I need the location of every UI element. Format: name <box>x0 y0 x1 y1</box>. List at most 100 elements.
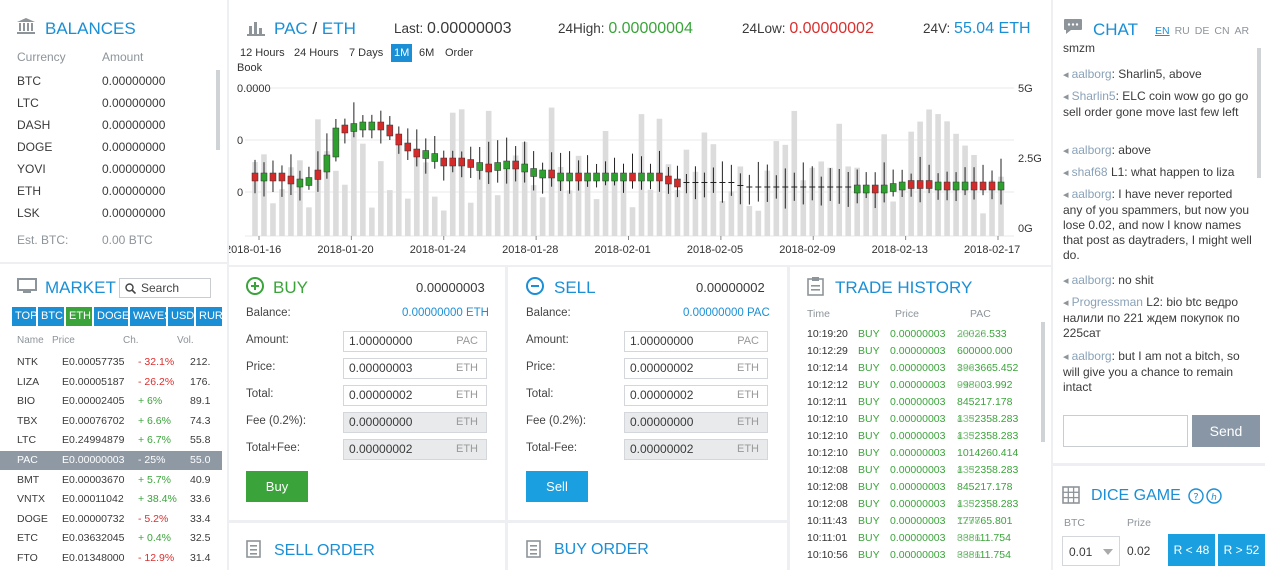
chat-lang-cn[interactable]: CN <box>1214 25 1229 37</box>
chat-username[interactable]: Sharlin5 <box>1072 89 1116 103</box>
market-vol: 32.5 <box>190 532 211 545</box>
market-tab-btc[interactable]: BTC <box>38 307 65 326</box>
col-currency: Currency <box>17 50 66 64</box>
trade-price: 0.00000003 <box>890 464 946 476</box>
candle-up <box>332 127 340 158</box>
chat-username[interactable]: aalborg <box>1072 67 1112 81</box>
sell-price-input[interactable]: 0.00000002 ETH <box>624 358 768 379</box>
dice-btc-select[interactable]: 0.01 <box>1062 536 1120 566</box>
col-price[interactable]: Price <box>52 335 75 346</box>
market-tab-eth[interactable]: ETH <box>66 307 93 326</box>
balance-currency[interactable]: DOGE <box>17 136 52 158</box>
market-tab-rur[interactable]: RUR <box>196 307 223 326</box>
market-tab-top[interactable]: TOP <box>12 307 37 326</box>
y-right-tick: 2.5G <box>1018 153 1042 165</box>
sell-amount-input[interactable]: 1.00000000 PAC <box>624 331 768 352</box>
buy-amount-input[interactable]: 1.00000000 PAC <box>343 331 487 352</box>
chat-username[interactable]: aalborg <box>1072 349 1112 363</box>
trade-time: 10:10:56 <box>807 549 848 561</box>
market-row[interactable]: BIO E0.00002405 + 6% 89.1 <box>0 392 222 411</box>
chat-input[interactable] <box>1063 415 1188 447</box>
col-change[interactable]: Ch. <box>123 335 139 346</box>
chat-scrollbar[interactable] <box>1257 48 1261 178</box>
market-tab-usd[interactable]: USD <box>168 307 195 326</box>
price-chart[interactable]: 0.0000 0 0 5G 2.5G 0G 2018-01-16 2018-01-20 2018… <box>229 74 1051 264</box>
balance-currency[interactable]: LTC <box>17 92 39 114</box>
chat-username[interactable]: aalborg <box>1072 273 1112 287</box>
pair-base[interactable]: PAC <box>274 19 308 38</box>
volume-bar <box>413 154 420 236</box>
trade-type: BUY <box>858 430 880 442</box>
timeframe-order[interactable]: Order <box>442 44 476 62</box>
balance-currency[interactable]: BTC <box>17 70 41 92</box>
trade-type: BUY <box>858 515 880 527</box>
market-row[interactable]: BMT E0.00003670 + 5.7% 40.9 <box>0 471 222 490</box>
balance-currency[interactable]: DASH <box>17 114 50 136</box>
buy-balance-value[interactable]: 0.00000000 ETH <box>402 307 489 319</box>
market-tab-doge[interactable]: DOGE <box>94 307 129 326</box>
market-row[interactable]: VNTX E0.00011042 + 38.4% 33.6 <box>0 490 222 509</box>
market-search[interactable]: Search <box>119 278 211 298</box>
buy-total-label: Total: <box>246 388 274 400</box>
trade-price: 0.00000003 <box>890 447 946 459</box>
timeframe-1m[interactable]: 1M <box>391 44 413 62</box>
market-row[interactable]: DOGE E0.00000732 - 5.2% 33.4 <box>0 510 222 529</box>
balance-currency[interactable]: LSK <box>17 202 40 224</box>
balance-currency[interactable]: ETH <box>17 180 41 202</box>
trade-time: 10:11:43 <box>807 515 848 527</box>
timeframe-12-hours[interactable]: 12 Hours <box>237 44 288 62</box>
market-change: + 6.6% <box>138 414 171 427</box>
send-button[interactable]: Send <box>1192 415 1260 447</box>
candle-down <box>656 172 663 182</box>
chat-username[interactable]: shaf68 <box>1072 165 1108 179</box>
market-name: FTO <box>17 552 38 564</box>
buy-total-input[interactable]: 0.00000002 ETH <box>343 385 487 406</box>
buy-button[interactable]: Buy <box>246 471 308 502</box>
market-row[interactable]: ETC E0.03632045 + 0.4% 32.5 <box>0 529 222 548</box>
sell-balance-value[interactable]: 0.00000000 PAC <box>683 307 770 319</box>
trade-amount-main: 845217.178 <box>957 481 1013 493</box>
chat-lang-ar[interactable]: AR <box>1235 25 1250 37</box>
chat-lang-en[interactable]: EN <box>1155 25 1170 37</box>
col-name[interactable]: Name <box>17 335 44 346</box>
chat-username[interactable]: Progressman <box>1072 295 1143 309</box>
chat-username[interactable]: aalborg <box>1072 187 1112 201</box>
market-row[interactable]: LTC E0.24994879 + 6.7% 55.8 <box>0 431 222 450</box>
chevron-down-icon <box>1103 549 1113 555</box>
timeframe-book[interactable]: Book <box>237 62 262 74</box>
chat-message: ◂ aalborg: Sharlin5, above <box>1063 67 1253 83</box>
balance-row: LSK 0.00000000 <box>17 202 217 224</box>
sell-total-input[interactable]: 0.00000002 ETH <box>624 385 768 406</box>
chat-lang-de[interactable]: DE <box>1195 25 1210 37</box>
market-price: E0.00003670 <box>62 473 125 486</box>
chat-username[interactable]: aalborg <box>1072 143 1112 157</box>
market-row[interactable]: LIZA E0.00005187 - 26.2% 176. <box>0 373 222 392</box>
history-icon[interactable]: h <box>1206 488 1222 504</box>
market-change: - 25% <box>138 454 166 466</box>
low-price: 24Low: 0.00000002 <box>742 20 874 37</box>
timeframe-7-days[interactable]: 7 Days <box>346 44 386 62</box>
balance-currency[interactable]: YOVI <box>17 158 46 180</box>
candle-down <box>287 175 295 185</box>
col-vol[interactable]: Vol. <box>177 335 194 346</box>
market-price: E0.00005187 <box>62 375 125 388</box>
balance-row: YOVI 0.00000000 <box>17 158 217 180</box>
roll-high-button[interactable]: R > 52 <box>1218 534 1265 566</box>
timeframe-6m[interactable]: 6M <box>416 44 437 62</box>
bank-icon <box>16 17 36 35</box>
sell-button[interactable]: Sell <box>526 471 588 502</box>
buy-price-input[interactable]: 0.00000003 ETH <box>343 358 487 379</box>
trade-price: 0.00000003 <box>890 362 946 374</box>
market-tab-waves[interactable]: WAVES <box>130 307 172 326</box>
pair-quote[interactable]: ETH <box>322 19 356 38</box>
market-row[interactable]: NTK E0.00057735 - 32.1% 212. <box>0 353 222 372</box>
roll-low-button[interactable]: R < 48 <box>1168 534 1215 566</box>
candle-down <box>386 124 394 137</box>
timeframe-24-hours[interactable]: 24 Hours <box>291 44 342 62</box>
market-row[interactable]: PAC E0.00000003 - 25% 55.0 <box>0 451 222 470</box>
market-row[interactable]: TBX E0.00076702 + 6.6% 74.3 <box>0 412 222 431</box>
market-row[interactable]: FTO E0.01348000 - 12.9% 31.4 <box>0 549 222 568</box>
help-icon[interactable]: ? <box>1188 488 1204 504</box>
x-tick-label: 2018-02-13 <box>872 244 928 256</box>
chat-lang-ru[interactable]: RU <box>1175 25 1190 37</box>
